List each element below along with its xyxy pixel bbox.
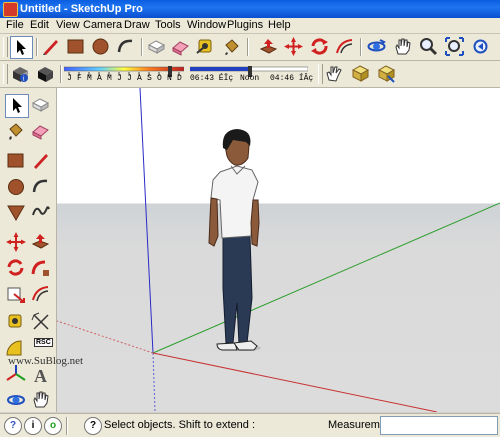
tape-measure-icon[interactable] [195, 36, 216, 57]
orbit-icon[interactable] [5, 389, 27, 411]
window-title: Untitled - SketchUp Pro [20, 3, 143, 15]
red-axis [152, 352, 438, 412]
select-arrow-icon[interactable] [5, 94, 29, 118]
move-icon[interactable] [283, 36, 304, 57]
month-label: J [117, 74, 122, 83]
time-end-label: 04:46 ÍÂç [270, 74, 314, 83]
zoom-icon[interactable] [418, 36, 439, 57]
follow-me-icon[interactable] [30, 257, 52, 279]
month-label: J [127, 74, 132, 83]
georeference-icon[interactable]: ? [4, 417, 22, 435]
main-toolbar [0, 34, 500, 61]
menu-camera[interactable]: Camera [83, 19, 122, 31]
walk-hand-icon[interactable] [324, 63, 345, 84]
svg-text:i: i [23, 75, 25, 83]
eraser-icon[interactable] [170, 36, 191, 57]
paint-bucket-icon[interactable] [5, 120, 27, 142]
menu-file[interactable]: File [6, 19, 24, 31]
freehand-icon[interactable] [30, 201, 52, 223]
month-label: N [167, 74, 172, 83]
menu-tools[interactable]: Tools [155, 19, 181, 31]
shadows-toolbar: i J F M A M J J A S O N D 06:43 ÉÏç Noon… [0, 61, 500, 88]
credits-icon[interactable]: i [24, 417, 42, 435]
drawing-viewport[interactable] [57, 88, 500, 412]
menu-plugins[interactable]: Plugins [227, 19, 263, 31]
status-bar: ? i o ? Select objects. Shift to extend … [0, 413, 500, 437]
blue-axis-negative [152, 352, 156, 412]
offset-icon[interactable] [334, 36, 355, 57]
help-question-icon[interactable]: ? [84, 417, 102, 435]
month-label: D [177, 74, 182, 83]
person-figure [208, 129, 261, 351]
status-hint: Select objects. Shift to extend : [104, 419, 256, 431]
dimensions-icon[interactable] [30, 311, 52, 333]
model-info-icon[interactable]: i [10, 63, 31, 84]
toolbar-grip[interactable] [3, 37, 8, 57]
month-label: F [77, 74, 82, 83]
rotate-icon[interactable] [309, 36, 330, 57]
green-axis [152, 202, 500, 354]
menu-window[interactable]: Window [187, 19, 226, 31]
share-model-icon[interactable] [376, 63, 397, 84]
circle-icon[interactable] [5, 176, 27, 198]
get-models-icon[interactable] [350, 63, 371, 84]
make-component-icon[interactable] [146, 36, 167, 57]
menu-edit[interactable]: Edit [30, 19, 49, 31]
orbit-icon[interactable] [366, 36, 387, 57]
menu-help[interactable]: Help [268, 19, 291, 31]
tape-measure-icon[interactable] [5, 311, 27, 333]
push-pull-icon[interactable] [258, 36, 279, 57]
red-axis-negative [57, 320, 154, 354]
eraser-icon[interactable] [30, 120, 52, 142]
text-tool-label[interactable]: RSC [34, 338, 53, 347]
make-component-icon[interactable] [30, 94, 52, 116]
title-bar: Untitled - SketchUp Pro [0, 0, 500, 18]
pan-hand-icon[interactable] [392, 36, 413, 57]
month-label: A [137, 74, 142, 83]
month-label: A [97, 74, 102, 83]
previous-view-icon[interactable] [470, 36, 491, 57]
blue-axis [139, 88, 154, 354]
month-label: M [87, 74, 92, 83]
shadow-settings-icon[interactable] [35, 63, 56, 84]
pencil-line-icon[interactable] [40, 36, 61, 57]
scene-canvas[interactable] [57, 88, 500, 412]
noon-label: Noon [240, 74, 260, 83]
pencil-line-icon[interactable] [30, 150, 52, 172]
polygon-icon[interactable] [5, 201, 27, 223]
circle-icon[interactable] [90, 36, 111, 57]
scale-icon[interactable] [5, 283, 27, 305]
rotate-icon[interactable] [5, 257, 27, 279]
month-label: M [107, 74, 112, 83]
zoom-extents-icon[interactable] [444, 36, 465, 57]
month-label: O [157, 74, 162, 83]
select-arrow-icon[interactable] [10, 36, 33, 59]
menu-bar: File Edit View Camera Draw Tools Window … [0, 18, 500, 34]
arc-icon[interactable] [115, 36, 136, 57]
toolbar-grip[interactable] [318, 64, 323, 84]
offset-icon[interactable] [30, 283, 52, 305]
svg-text:A: A [34, 366, 47, 385]
month-label: J [67, 74, 72, 83]
toolbar-grip[interactable] [3, 64, 8, 84]
month-label: S [147, 74, 152, 83]
push-pull-icon[interactable] [30, 231, 52, 253]
move-icon[interactable] [5, 231, 27, 253]
menu-draw[interactable]: Draw [124, 19, 150, 31]
paint-bucket-icon[interactable] [221, 36, 242, 57]
sketchup-app-icon [3, 2, 18, 17]
rectangle-icon[interactable] [5, 150, 27, 172]
arc-icon[interactable] [30, 176, 52, 198]
user-icon[interactable]: o [44, 417, 62, 435]
time-start-label: 06:43 ÉÏç [190, 74, 234, 83]
date-slider[interactable] [64, 66, 184, 78]
measurements-input[interactable] [380, 416, 498, 435]
menu-view[interactable]: View [56, 19, 80, 31]
pan-hand-icon[interactable] [30, 389, 52, 411]
watermark-text: www.SuBlog.net [8, 355, 84, 367]
rectangle-icon[interactable] [65, 36, 86, 57]
